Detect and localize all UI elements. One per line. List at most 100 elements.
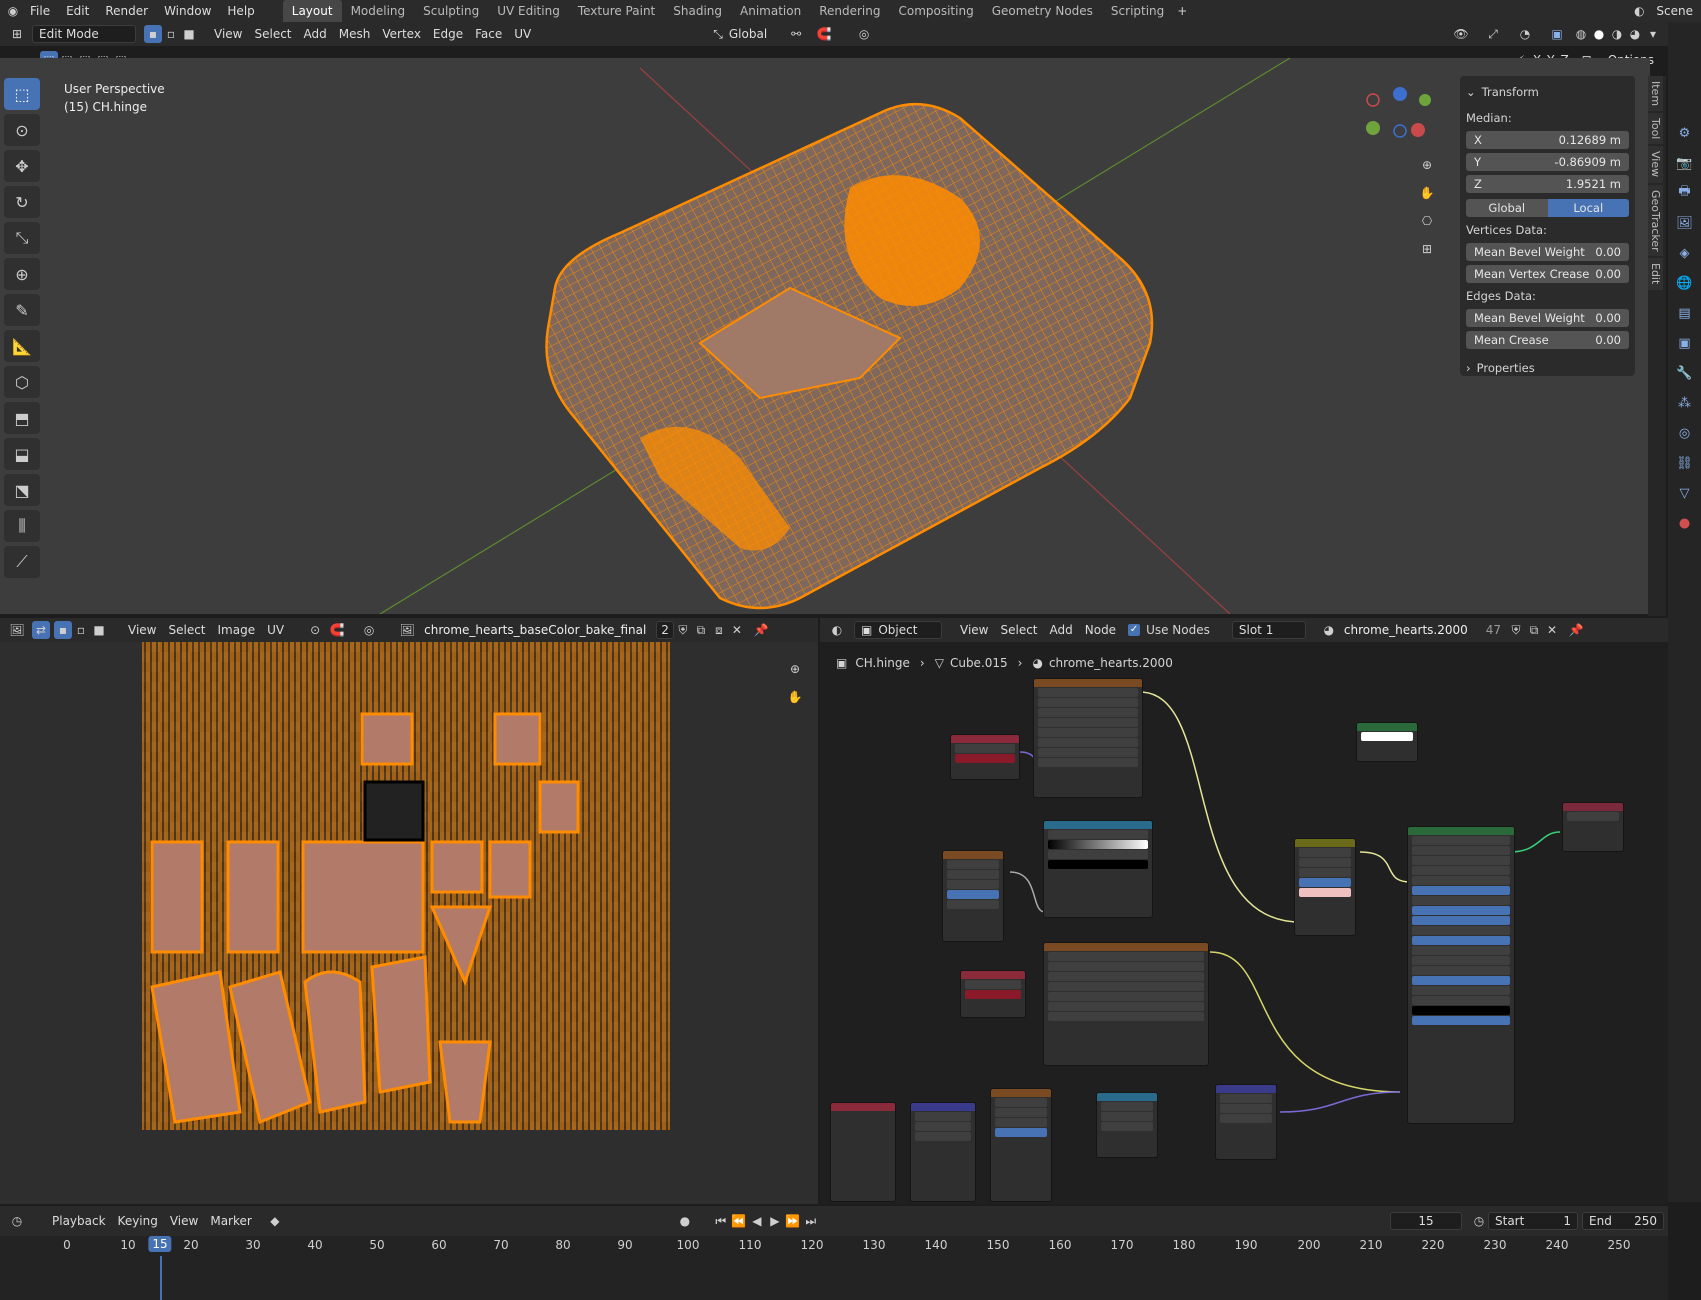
tab-compositing[interactable]: Compositing (889, 0, 982, 22)
uv-editor-canvas[interactable]: ⊕ ✋ (0, 642, 818, 1204)
node-pin-icon[interactable]: 📌 (1567, 621, 1585, 639)
uv-pan-icon[interactable]: ✋ (786, 688, 804, 706)
scene-props-icon[interactable]: ◈ (1674, 242, 1696, 264)
3d-viewport[interactable]: User Perspective (15) CH.hinge ⊕ ✋ ⎔ ⊞ (0, 58, 1650, 614)
tab-modeling[interactable]: Modeling (342, 0, 415, 22)
menu-face[interactable]: Face (469, 25, 508, 43)
tab-geometry-nodes[interactable]: Geometry Nodes (983, 0, 1102, 22)
tab-uv-editing[interactable]: UV Editing (488, 0, 569, 22)
face-select-icon[interactable]: ■ (180, 25, 198, 43)
menu-view[interactable]: View (208, 25, 248, 43)
tab-edit[interactable]: Edit (1648, 258, 1663, 290)
voronoi-texture-node[interactable] (990, 1088, 1052, 1202)
pivot-icon[interactable]: ⚯ (787, 25, 805, 43)
menu-edge[interactable]: Edge (427, 25, 469, 43)
sync-selection-icon[interactable]: ⇄ (32, 621, 50, 639)
particles-props-icon[interactable]: ⁂ (1674, 392, 1696, 414)
grid-toggle-icon[interactable]: ⊞ (1418, 240, 1436, 258)
shading-wireframe-icon[interactable]: ◍ (1572, 25, 1590, 43)
median-z-field[interactable]: Z 1.9521 m (1466, 175, 1629, 193)
menu-render[interactable]: Render (97, 0, 156, 22)
uv-map-node[interactable] (950, 734, 1020, 780)
menu-uv[interactable]: UV (508, 25, 537, 43)
node-menu-view[interactable]: View (954, 621, 994, 639)
node-editor-canvas[interactable]: ▣ CH.hinge › ▽ Cube.015 › ◕ chrome_heart… (820, 642, 1668, 1204)
img-menu-select[interactable]: Select (162, 621, 211, 639)
record-icon[interactable]: ● (676, 1212, 694, 1230)
physics-props-icon[interactable]: ◎ (1674, 422, 1696, 444)
proportional-edit-icon[interactable]: ◎ (855, 25, 873, 43)
fake-user-icon[interactable]: ⛨ (674, 621, 692, 639)
data-props-icon[interactable]: ▽ (1674, 482, 1696, 504)
new-image-icon[interactable]: ⧉ (692, 621, 710, 639)
rotate-tool[interactable]: ↻ (4, 186, 40, 218)
menu-select[interactable]: Select (248, 25, 297, 43)
orientation-selector[interactable]: ⤡ Global (707, 25, 773, 43)
median-y-field[interactable]: Y -0.86909 m (1466, 153, 1629, 171)
mapping-node[interactable] (910, 1102, 976, 1202)
use-nodes-checkbox[interactable]: ✓ (1128, 624, 1141, 636)
uv-zoom-icon[interactable]: ⊕ (786, 660, 804, 678)
median-x-field[interactable]: X 0.12689 m (1466, 131, 1629, 149)
preview-range-icon[interactable]: ◷ (1470, 1212, 1488, 1230)
tl-menu-marker[interactable]: Marker (204, 1212, 257, 1230)
menu-help[interactable]: Help (219, 0, 262, 22)
shading-rendered-icon[interactable]: ◕ (1626, 25, 1644, 43)
shader-type-selector[interactable]: ▣ Object (854, 621, 942, 639)
scale-tool[interactable]: ⤡ (4, 222, 40, 254)
gizmo-icon[interactable]: ⤢ (1484, 25, 1502, 43)
global-button[interactable]: Global (1466, 199, 1548, 217)
inset-tool[interactable]: ⬓ (4, 438, 40, 470)
tool-props-icon[interactable]: ⚙ (1674, 122, 1696, 144)
world-props-icon[interactable]: 🌐 (1674, 272, 1696, 294)
menu-window[interactable]: Window (156, 0, 219, 22)
collection-props-icon[interactable]: ▤ (1674, 302, 1696, 324)
node-menu-node[interactable]: Node (1079, 621, 1122, 639)
img-menu-uv[interactable]: UV (261, 621, 290, 639)
next-keyframe-icon[interactable]: ⏩ (784, 1212, 802, 1230)
material-props-icon[interactable]: ● (1674, 512, 1696, 534)
collapse-icon[interactable]: ⌄ (1466, 85, 1476, 99)
knife-tool[interactable]: ⟋ (4, 546, 40, 578)
noise-texture-node[interactable] (942, 850, 1004, 942)
visibility-icon[interactable]: 👁 (1452, 25, 1470, 43)
modifier-props-icon[interactable]: 🔧 (1674, 362, 1696, 384)
shading-material-icon[interactable]: ◑ (1608, 25, 1626, 43)
edge-select-icon[interactable]: ▫ (162, 25, 180, 43)
constraints-props-icon[interactable]: ⛓ (1674, 452, 1696, 474)
uv-snap-icon[interactable]: 🧲 (328, 621, 346, 639)
material-output-node[interactable] (1562, 802, 1624, 852)
normal-texture-node[interactable] (1043, 942, 1209, 1066)
timeline-type-icon[interactable]: ◷ (8, 1212, 26, 1230)
uv-pivot-icon[interactable]: ⊙ (306, 621, 324, 639)
menu-add[interactable]: Add (298, 25, 333, 43)
extrude-tool[interactable]: ⬒ (4, 402, 40, 434)
keyframe-icon[interactable]: ◆ (266, 1212, 284, 1230)
xray-icon[interactable]: ▣ (1548, 25, 1566, 43)
jump-end-icon[interactable]: ⏭ (802, 1212, 820, 1230)
node-editor-type-icon[interactable]: ◐ (828, 621, 846, 639)
tab-scripting[interactable]: Scripting (1102, 0, 1173, 22)
snap-icon[interactable]: 🧲 (815, 25, 833, 43)
tl-menu-keying[interactable]: Keying (112, 1212, 164, 1230)
annotate-tool[interactable]: ✎ (4, 294, 40, 326)
edge-bevel-weight-field[interactable]: Mean Bevel Weight 0.00 (1466, 309, 1629, 327)
current-frame-marker[interactable]: 15 (148, 1236, 172, 1252)
select-box-tool[interactable]: ⬚ (4, 78, 40, 110)
render-props-icon[interactable]: 📷 (1674, 152, 1696, 174)
menu-vertex[interactable]: Vertex (376, 25, 427, 43)
bevel-tool[interactable]: ⬔ (4, 474, 40, 506)
start-frame-field[interactable]: Start 1 (1488, 1212, 1578, 1230)
output-props-icon[interactable]: 🖶 (1674, 182, 1696, 204)
tab-layout[interactable]: Layout (282, 0, 342, 22)
pin-icon[interactable]: 📌 (752, 621, 770, 639)
end-frame-field[interactable]: End 250 (1582, 1212, 1664, 1230)
tab-sculpting[interactable]: Sculpting (414, 0, 488, 22)
shading-solid-icon[interactable]: ● (1590, 25, 1608, 43)
bump-node[interactable] (1215, 1084, 1277, 1160)
shading-dropdown-icon[interactable]: ▾ (1644, 25, 1662, 43)
material-fake-user-icon[interactable]: ⛨ (1507, 621, 1525, 639)
move-tool[interactable]: ✥ (4, 150, 40, 182)
menu-edit[interactable]: Edit (58, 0, 97, 22)
node-menu-add[interactable]: Add (1044, 621, 1079, 639)
